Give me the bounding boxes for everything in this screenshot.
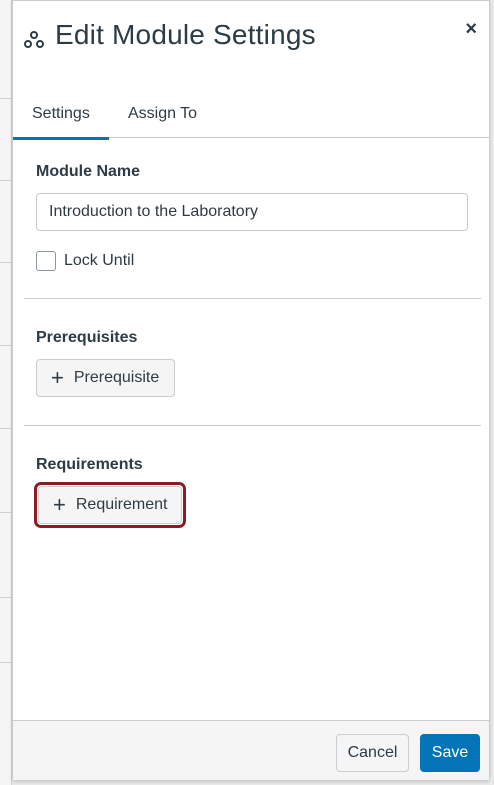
tab-bar: Settings Assign To [13,79,489,140]
add-requirement-button[interactable]: + Requirement [38,486,182,524]
tray-header: Edit Module Settings × [13,1,489,79]
lock-until-label: Lock Until [64,252,135,269]
module-name-input[interactable] [36,193,468,231]
add-prerequisite-label: Prerequisite [73,369,160,386]
background-page-edge [0,0,12,785]
requirements-label: Requirements [36,456,143,473]
background-tick [0,512,12,513]
background-tick [0,428,12,429]
prerequisites-label: Prerequisites [36,329,138,346]
background-tick [0,597,12,598]
dialog-title: Edit Module Settings [55,19,316,50]
add-prerequisite-button[interactable]: + Prerequisite [36,359,175,397]
lock-until-checkbox[interactable] [36,251,56,271]
cancel-button[interactable]: Cancel [336,734,409,772]
background-tick [0,345,12,346]
plus-icon: + [51,365,64,390]
tray-footer: Cancel Save [13,720,489,780]
background-tick [0,180,12,181]
background-tick [0,98,12,99]
tab-assign-to[interactable]: Assign To [128,105,197,123]
close-button[interactable]: × [465,19,477,39]
module-name-label: Module Name [36,163,141,180]
tab-settings[interactable]: Settings [13,105,109,140]
section-divider [24,425,481,426]
plus-icon: + [53,492,66,517]
add-requirement-label: Requirement [75,496,168,513]
background-tick [0,662,12,663]
section-divider [24,298,481,299]
background-tick [0,262,12,263]
save-button[interactable]: Save [420,734,480,772]
modules-icon [24,31,44,48]
edit-module-settings-tray: Edit Module Settings × Settings Assign T… [12,0,490,781]
